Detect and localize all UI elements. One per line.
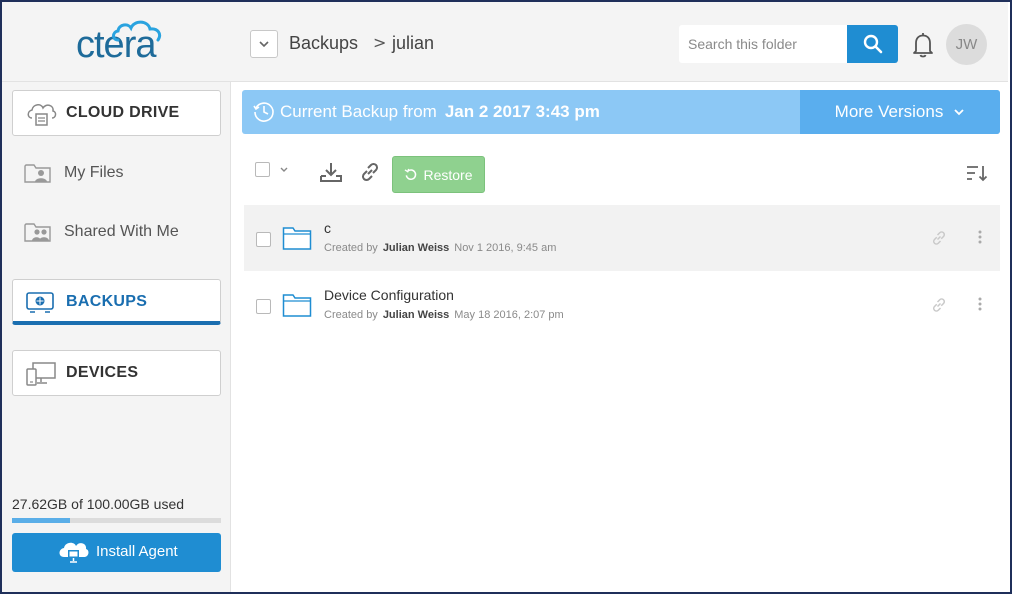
clock-history-icon bbox=[253, 102, 274, 122]
created-by-label: Created by bbox=[324, 242, 378, 254]
more-versions-label: More Versions bbox=[834, 102, 944, 121]
file-meta: Created by Julian Weiss Nov 1 2016, 9:45 a… bbox=[324, 242, 556, 254]
row-checkbox[interactable] bbox=[256, 232, 271, 247]
nav-shared-with-me[interactable]: Shared With Me bbox=[24, 221, 179, 245]
user-folder-icon bbox=[24, 164, 51, 183]
restore-button[interactable]: Restore bbox=[392, 156, 485, 193]
install-agent-button[interactable]: Install Agent bbox=[12, 533, 221, 572]
current-backup-banner: Current Backup from Jan 2 2017 3:43 pm M… bbox=[242, 90, 1000, 134]
link-icon[interactable] bbox=[358, 160, 382, 184]
row-link-icon[interactable] bbox=[930, 229, 948, 247]
logo-cloud-icon bbox=[112, 20, 162, 42]
sort-icon[interactable] bbox=[966, 164, 988, 182]
breadcrumb-julian: julian bbox=[392, 33, 435, 53]
cloud-drive-icon bbox=[27, 104, 57, 126]
current-backup-info: Current Backup from Jan 2 2017 3:43 pm bbox=[242, 90, 800, 134]
file-date: May 18 2016, 2:07 pm bbox=[454, 309, 564, 321]
user-avatar[interactable]: JW bbox=[946, 24, 987, 65]
row-checkbox[interactable] bbox=[256, 299, 271, 314]
devices-icon bbox=[26, 362, 56, 386]
row-link-icon[interactable] bbox=[930, 296, 948, 314]
breadcrumb-backups[interactable]: Backups bbox=[289, 33, 358, 54]
storage-usage-bar bbox=[12, 518, 221, 523]
chevron-down-icon bbox=[954, 109, 964, 116]
file-row[interactable]: Device Configuration Created by Julian We… bbox=[244, 272, 1000, 338]
more-versions-button[interactable]: More Versions bbox=[800, 90, 1000, 134]
current-backup-date: Jan 2 2017 3:43 pm bbox=[444, 102, 600, 121]
search-icon bbox=[863, 34, 882, 54]
nav-backups-label: BACKUPS bbox=[66, 293, 148, 310]
breadcrumb-separator: > bbox=[373, 33, 387, 52]
install-agent-label: Install Agent bbox=[96, 543, 178, 560]
select-options-chevron-icon[interactable] bbox=[279, 166, 289, 173]
file-name[interactable]: Device Configuration bbox=[324, 287, 454, 303]
shared-folder-icon bbox=[24, 223, 51, 242]
search-button[interactable] bbox=[847, 25, 898, 63]
storage-usage-fill bbox=[12, 518, 70, 523]
nav-devices[interactable]: DEVICES bbox=[12, 350, 221, 396]
storage-usage-text: 27.62GB of 100.00GB used bbox=[12, 496, 185, 512]
file-row[interactable]: c Created by Julian Weiss Nov 1 2016, 9:45… bbox=[244, 205, 1000, 271]
row-more-options-icon[interactable] bbox=[978, 230, 982, 244]
breadcrumb-dropdown-button[interactable] bbox=[250, 30, 278, 58]
download-icon[interactable] bbox=[318, 160, 344, 186]
nav-devices-label: DEVICES bbox=[66, 364, 139, 381]
folder-icon bbox=[282, 294, 312, 317]
sidebar: CLOUD DRIVE My Files Shared With Me BACK… bbox=[2, 82, 231, 592]
file-date: Nov 1 2016, 9:45 am bbox=[454, 242, 557, 254]
nav-cloud-drive-label: CLOUD DRIVE bbox=[66, 104, 180, 121]
nav-my-files-label: My Files bbox=[64, 164, 124, 181]
restore-icon bbox=[405, 168, 417, 180]
nav-my-files[interactable]: My Files bbox=[24, 162, 124, 186]
folder-icon bbox=[282, 227, 312, 250]
select-all-checkbox[interactable] bbox=[255, 162, 270, 177]
nav-cloud-drive[interactable]: CLOUD DRIVE bbox=[12, 90, 221, 136]
restore-label: Restore bbox=[423, 166, 473, 183]
nav-shared-with-me-label: Shared With Me bbox=[64, 223, 179, 240]
chevron-down-icon bbox=[259, 41, 269, 48]
current-backup-label: Current Backup from bbox=[280, 102, 437, 121]
backup-drive-icon bbox=[26, 292, 54, 313]
nav-backups[interactable]: BACKUPS bbox=[12, 279, 221, 325]
file-author: Julian Weiss bbox=[382, 242, 450, 254]
top-header: ctera Backups > julian JW bbox=[2, 2, 1008, 82]
file-author: Julian Weiss bbox=[382, 309, 450, 321]
cloud-monitor-icon bbox=[59, 542, 89, 563]
notification-bell-icon[interactable] bbox=[911, 32, 935, 58]
file-meta: Created by Julian Weiss May 18 2016, 2:07 … bbox=[324, 309, 564, 321]
row-more-options-icon[interactable] bbox=[978, 297, 982, 311]
created-by-label: Created by bbox=[324, 309, 378, 321]
file-name[interactable]: c bbox=[324, 220, 331, 236]
file-toolbar: Restore bbox=[242, 150, 1000, 198]
search-input[interactable] bbox=[679, 25, 849, 63]
